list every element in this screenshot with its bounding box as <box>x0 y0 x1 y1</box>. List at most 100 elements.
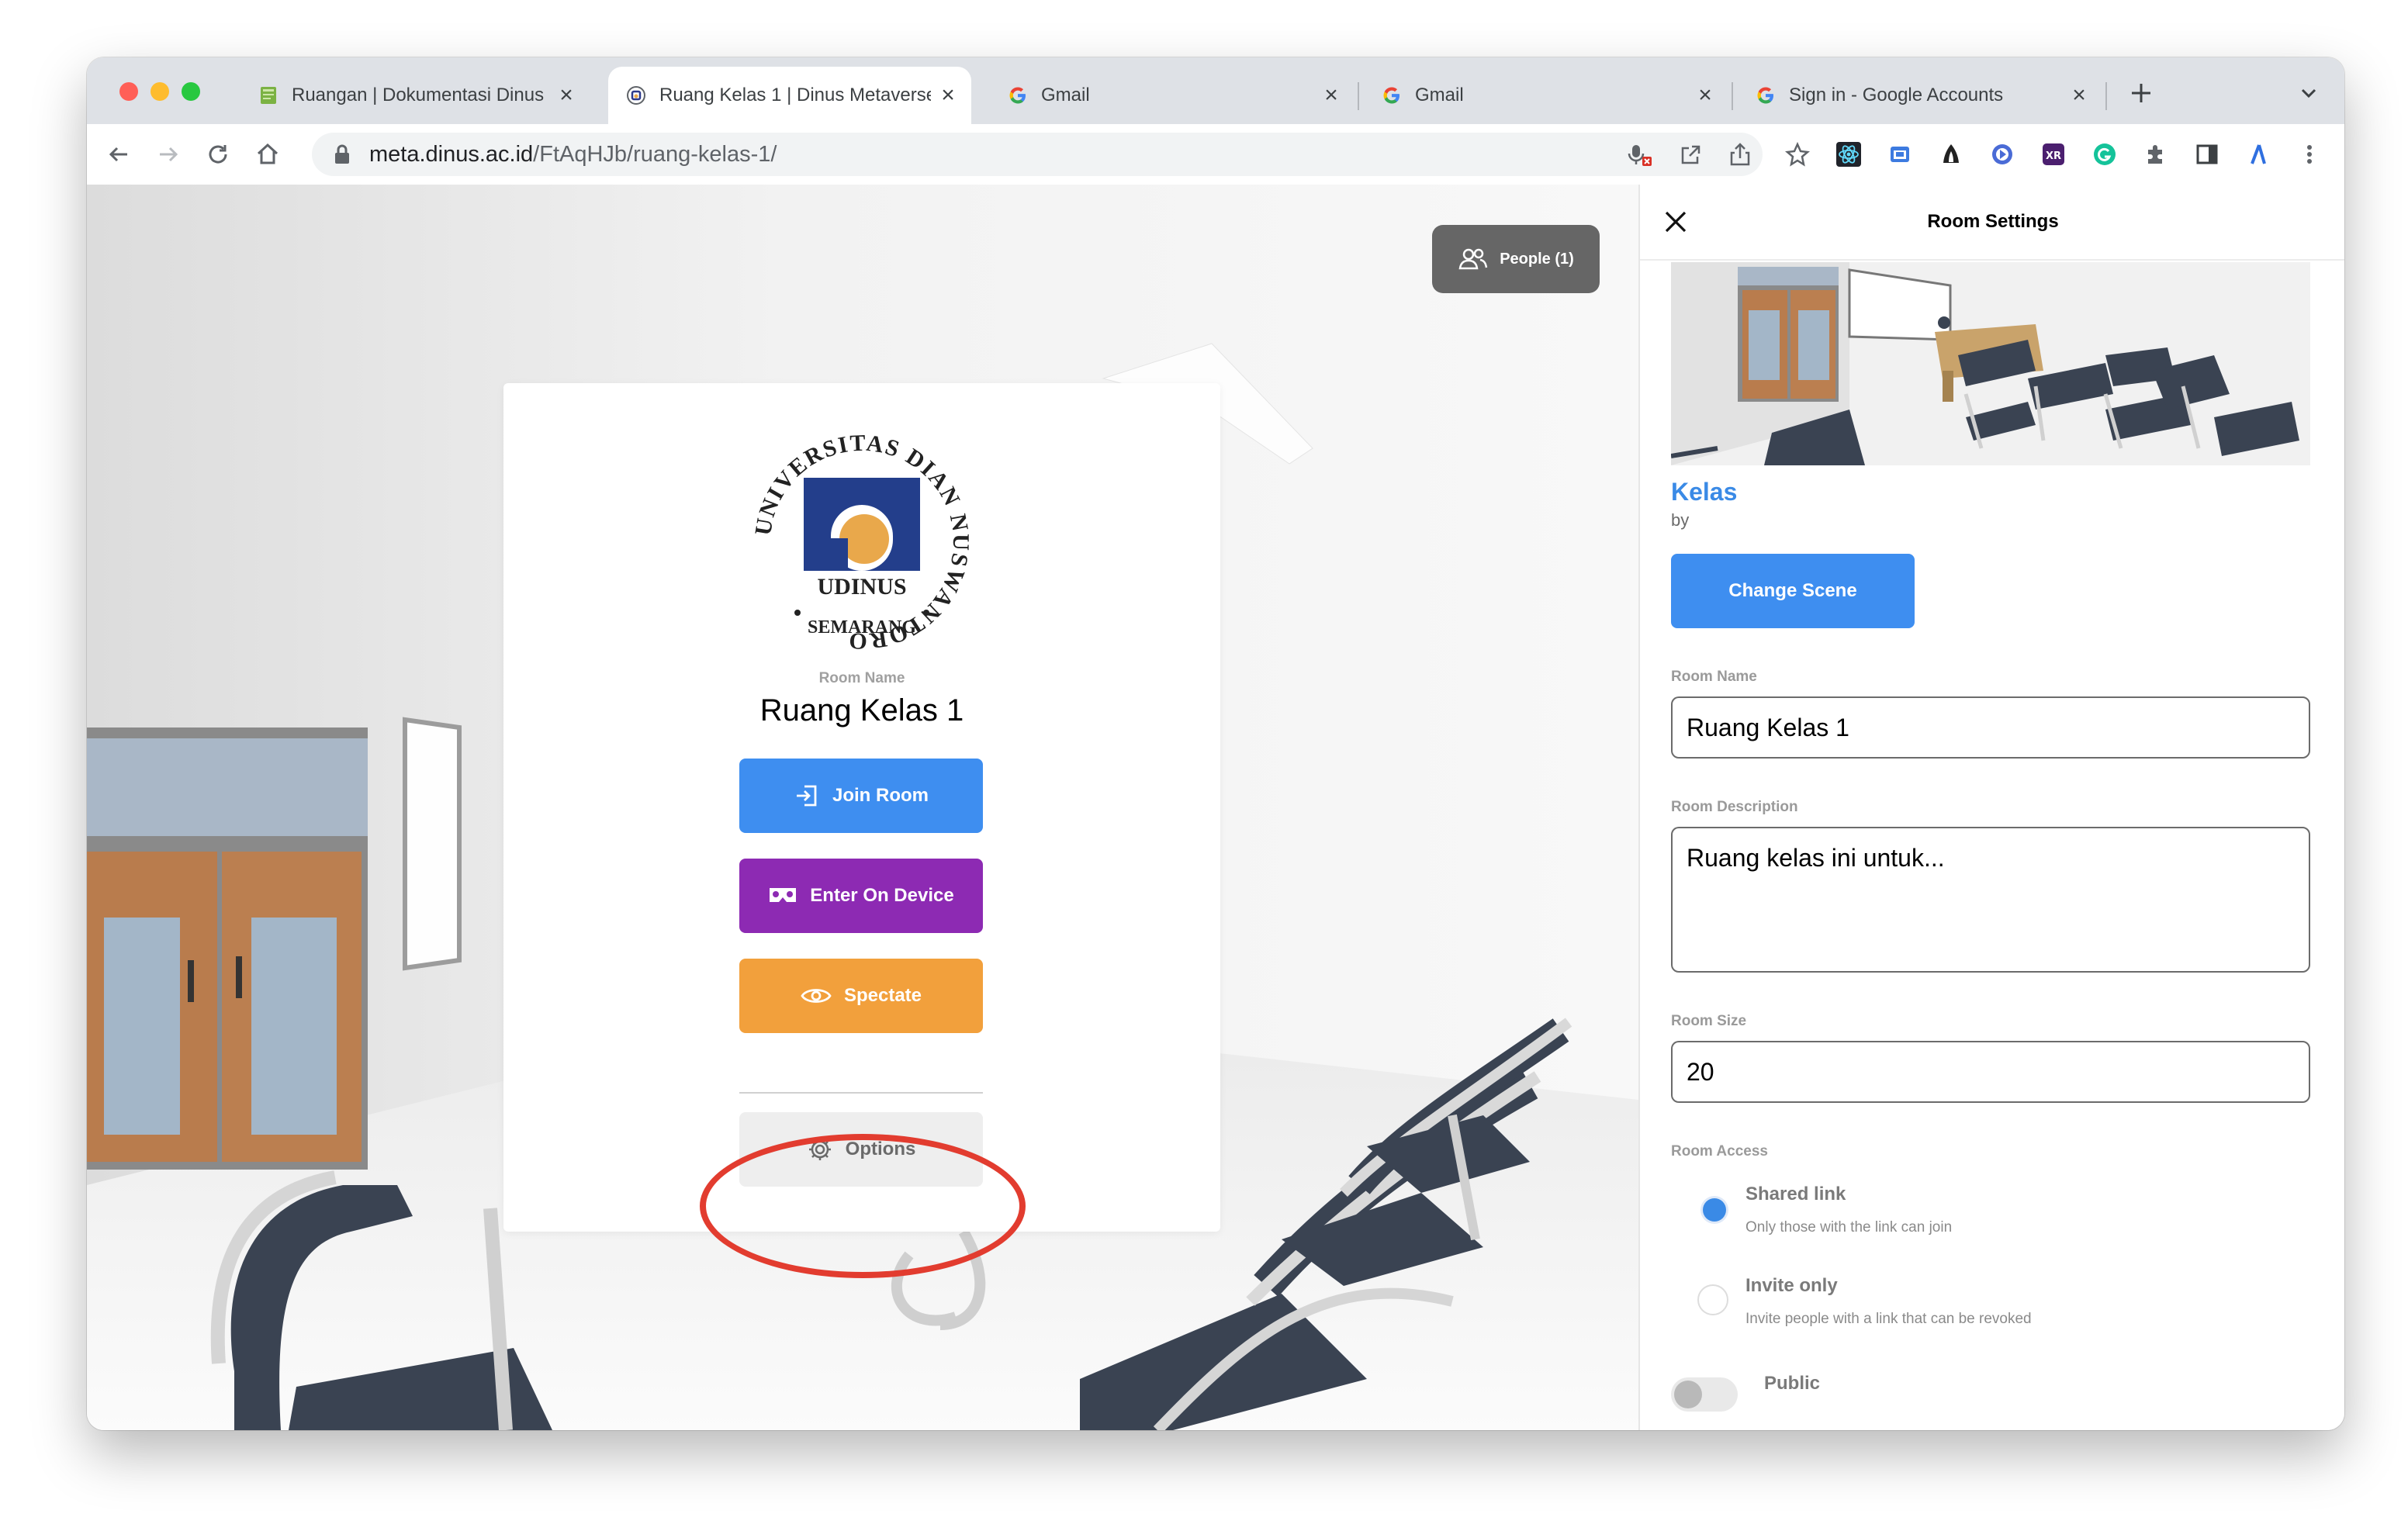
spectate-label: Spectate <box>843 985 922 1006</box>
close-icon[interactable] <box>1662 208 1690 236</box>
back-arrow-icon[interactable] <box>104 140 133 169</box>
lock-icon[interactable] <box>334 143 351 169</box>
forward-arrow-icon[interactable] <box>154 140 183 169</box>
join-room-button[interactable]: Join Room <box>739 759 983 833</box>
invite-only-title: Invite only <box>1745 1275 1838 1296</box>
tab-separator <box>1732 82 1733 110</box>
reload-icon[interactable] <box>203 140 233 169</box>
calendar-ext-icon[interactable] <box>1887 141 1913 168</box>
scene-author: by <box>1671 510 1690 530</box>
react-devtools-icon[interactable] <box>1835 141 1862 168</box>
change-scene-button[interactable]: Change Scene <box>1671 554 1915 628</box>
public-toggle[interactable] <box>1671 1377 1738 1412</box>
share-icon[interactable] <box>1728 142 1752 171</box>
sign-in-icon <box>797 785 817 807</box>
tab-ruang-kelas[interactable]: Ruang Kelas 1 | Dinus Metaverse × <box>608 67 971 124</box>
browser-toolbar: meta.dinus.ac.id/FtAqHJb/ruang-kelas-1/ <box>87 124 2344 186</box>
home-icon[interactable] <box>253 140 282 169</box>
profile-ext-icon[interactable] <box>2245 141 2271 168</box>
url-text[interactable]: meta.dinus.ac.id/FtAqHJb/ruang-kelas-1/ <box>369 142 777 168</box>
close-window-button[interactable] <box>119 82 138 101</box>
penguin-ext-icon[interactable] <box>1938 141 1964 168</box>
url-path: /FtAqHJb/ruang-kelas-1/ <box>533 142 777 167</box>
tab-separator <box>1358 82 1359 110</box>
minimize-window-button[interactable] <box>150 82 169 101</box>
scene-name-link[interactable]: Kelas <box>1671 478 1737 506</box>
enter-on-device-button[interactable]: Enter On Device <box>739 859 983 933</box>
tab-separator <box>2105 82 2107 110</box>
grammarly-icon[interactable] <box>2091 141 2118 168</box>
people-icon <box>1458 248 1488 270</box>
logo-bottom-text: SEMARANG <box>808 617 916 638</box>
people-label: People (1) <box>1500 250 1574 268</box>
tab-gmail-1[interactable]: Gmail × <box>990 67 1354 124</box>
bookmark-star-icon[interactable] <box>1784 141 1811 168</box>
more-menu-icon[interactable] <box>2296 141 2323 168</box>
room-size-input[interactable]: 20 <box>1671 1041 2310 1103</box>
people-button[interactable]: People (1) <box>1432 225 1600 293</box>
enter-on-device-label: Enter On Device <box>810 885 954 906</box>
google-g-icon <box>1007 85 1029 106</box>
room-name-field-label: Room Name <box>1671 669 1757 685</box>
address-bar[interactable]: meta.dinus.ac.id/FtAqHJb/ruang-kelas-1/ <box>312 133 1763 176</box>
join-room-label: Join Room <box>832 785 929 806</box>
change-scene-label: Change Scene <box>1728 580 1857 601</box>
close-tab-icon[interactable]: × <box>939 84 957 107</box>
scene-viewport[interactable]: People (1) UNIVERSITAS DIAN NUSWANTORO U… <box>87 185 1638 1430</box>
toggle-knob <box>1674 1381 1702 1408</box>
room-description-label: Room Description <box>1671 799 1798 815</box>
spectate-button[interactable]: Spectate <box>739 959 983 1033</box>
shared-link-desc: Only those with the link can join <box>1745 1219 1953 1236</box>
close-tab-icon[interactable]: × <box>557 84 576 107</box>
shared-link-title: Shared link <box>1745 1184 1846 1204</box>
close-tab-icon[interactable]: × <box>1322 84 1341 107</box>
tab-gmail-2[interactable]: Gmail × <box>1364 67 1728 124</box>
google-g-icon <box>1755 85 1777 106</box>
tab-title: Ruangan | Dokumentasi Dinus M <box>292 85 549 105</box>
tab-title: Ruang Kelas 1 | Dinus Metaverse <box>659 85 931 105</box>
browser-window: Ruangan | Dokumentasi Dinus M × Ruang Ke… <box>87 57 2344 1430</box>
tab-strip: Ruangan | Dokumentasi Dinus M × Ruang Ke… <box>87 57 2344 124</box>
room-name-input[interactable]: Ruang Kelas 1 <box>1671 696 2310 759</box>
side-panel-icon[interactable] <box>2194 141 2220 168</box>
google-g-icon <box>1381 85 1403 106</box>
extensions-puzzle-icon[interactable] <box>2143 141 2169 168</box>
invite-only-desc: Invite people with a link that can be re… <box>1745 1311 2032 1327</box>
svg-text:XR: XR <box>2046 150 2061 162</box>
url-host: meta.dinus.ac.id <box>369 142 534 167</box>
room-name-heading: Ruang Kelas 1 <box>759 693 964 727</box>
eye-icon <box>801 989 832 1003</box>
room-settings-panel: Room Settings Kelas by Change Scene Room… <box>1638 185 2344 1430</box>
room-access-label: Room Access <box>1671 1143 1768 1159</box>
tab-search-chevron-icon[interactable] <box>2298 82 2320 104</box>
room-description-input[interactable]: Ruang kelas ini untuk... <box>1671 827 2310 973</box>
tab-google-signin[interactable]: Sign in - Google Accounts × <box>1738 67 2102 124</box>
webxr-ext-icon[interactable]: XR <box>2040 141 2067 168</box>
highlight-circle <box>700 1134 1026 1278</box>
circle-ext-icon[interactable] <box>1989 141 2015 168</box>
tab-title: Gmail <box>1415 85 1464 105</box>
room-entry-card: UNIVERSITAS DIAN NUSWANTORO UDINUS SEMAR… <box>503 383 1220 1232</box>
divider <box>1640 259 2344 261</box>
mic-blocked-icon[interactable] <box>1628 143 1652 171</box>
close-tab-icon[interactable]: × <box>2070 84 2088 107</box>
open-in-window-icon[interactable] <box>1679 143 1702 171</box>
invite-only-radio[interactable] <box>1697 1284 1728 1315</box>
public-label: Public <box>1764 1373 1821 1394</box>
close-tab-icon[interactable]: × <box>1696 84 1714 107</box>
tab-docs[interactable]: Ruangan | Dokumentasi Dinus M × <box>240 67 590 124</box>
divider <box>739 1092 983 1094</box>
room-name-label: Room Name <box>818 670 905 686</box>
room-size-label: Room Size <box>1671 1013 1747 1029</box>
docs-book-icon <box>258 85 279 106</box>
udinus-logo: UNIVERSITAS DIAN NUSWANTORO UDINUS SEMAR… <box>742 422 982 662</box>
scene-thumbnail <box>1671 262 2310 465</box>
hubs-icon <box>625 85 647 106</box>
tab-title: Sign in - Google Accounts <box>1789 85 2004 105</box>
shared-link-radio[interactable] <box>1697 1193 1728 1224</box>
new-tab-icon[interactable] <box>2127 79 2155 107</box>
zoom-window-button[interactable] <box>182 82 200 101</box>
room-settings-title: Room Settings <box>1927 211 2059 232</box>
logo-center-text: UDINUS <box>817 574 906 600</box>
tab-title: Gmail <box>1041 85 1090 105</box>
